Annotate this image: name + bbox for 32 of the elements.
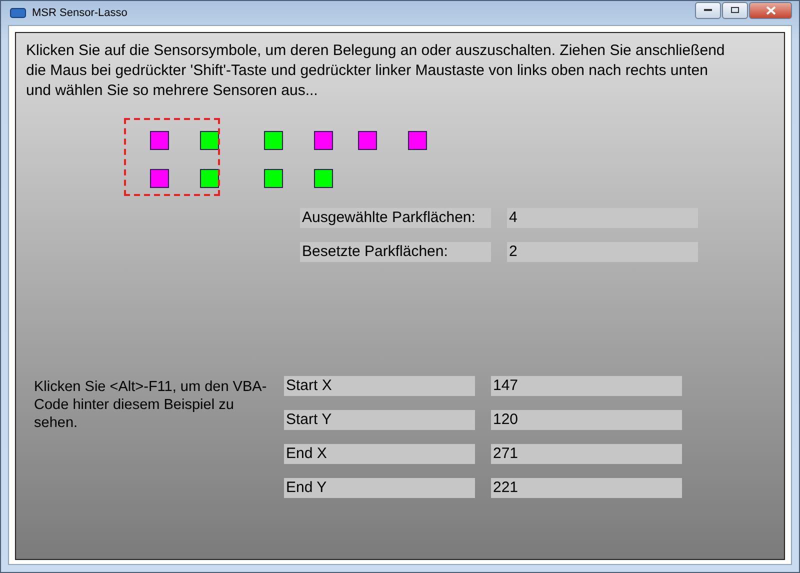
value-field: 147 [491,376,682,396]
app-icon [10,8,26,18]
value-field: 2 [507,242,698,262]
field-label: End X [284,444,475,464]
sensor-square[interactable] [408,131,427,150]
sensor-square[interactable] [200,131,219,150]
sensor-square[interactable] [314,131,333,150]
minimize-icon [703,8,713,12]
field-label: Start X [284,376,475,396]
hint-text: Klicken Sie <Alt>-F11, um den VBA-Code hinter diesem Beispiel zu sehen. [34,378,268,433]
close-button[interactable] [749,2,792,18]
field-label: Start Y [284,410,475,430]
field-label: Besetzte Parkflächen: [300,242,491,262]
field-label: End Y [284,478,475,498]
instruction-text: Klicken Sie auf die Sensorsymbole, um deren Belegung an oder auszuschalten. Ziehen Sie anschließend die Maus bei gedrückter 'Shift'-Taste und gedrückter linker Maustaste von links oben nach rechts unten und wählen Sie so mehrere Sensoren aus... [26,41,726,101]
minimize-button[interactable] [695,2,721,18]
value-field: 271 [491,444,682,464]
maximize-button[interactable] [722,2,748,18]
sensor-square[interactable] [200,169,219,188]
close-icon [766,6,776,14]
sensor-square[interactable] [314,169,333,188]
value-field: 221 [491,478,682,498]
window-title: MSR Sensor-Lasso [32,6,128,21]
field-label: Ausgewählte Parkflächen: [300,208,491,228]
value-field: 120 [491,410,682,430]
sensor-square[interactable] [150,169,169,188]
sensor-square[interactable] [358,131,377,150]
sensor-square[interactable] [150,131,169,150]
sensor-square[interactable] [264,169,283,188]
maximize-icon [730,6,740,14]
sensor-square[interactable] [264,131,283,150]
value-field: 4 [507,208,698,228]
